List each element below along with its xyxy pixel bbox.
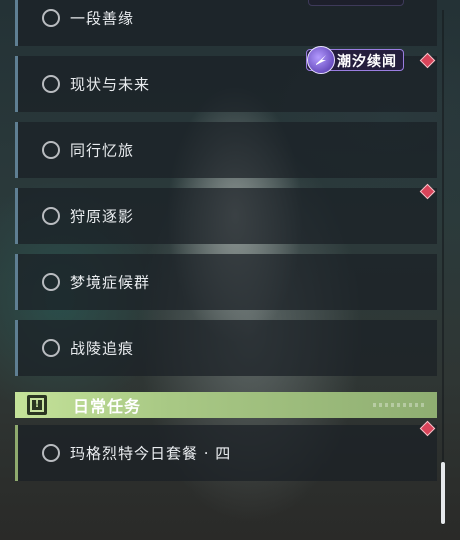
exclamation-glyph: ! [30,398,44,412]
quest-item[interactable]: 同行忆旅 [15,122,437,178]
quest-status-circle-icon [42,9,60,27]
quest-label: 玛格烈特今日套餐 · 四 [70,444,232,463]
header-decoration [373,403,425,407]
quest-status-circle-icon [42,339,60,357]
scrollbar-track[interactable] [442,10,444,525]
quest-status-circle-icon [42,207,60,225]
quest-status-circle-icon [42,75,60,93]
quest-label: 战陵追痕 [70,339,135,358]
tide-event-icon [307,46,335,74]
quest-item[interactable]: 狩原逐影 [15,188,437,244]
exclamation-icon: ! [27,395,47,415]
quest-label: 一段善缘 [70,9,135,28]
daily-quest-section-header[interactable]: ! 日常任务 [15,392,437,418]
scrollbar-thumb[interactable] [441,462,445,524]
quest-label: 现状与未来 [70,75,151,94]
quest-label: 梦境症候群 [70,273,151,292]
quest-status-circle-icon [42,444,60,462]
quest-status-circle-icon [42,141,60,159]
quest-label: 同行忆旅 [70,141,135,160]
event-badge-label: 潮汐续闻 [337,54,397,70]
quest-item[interactable]: 一段善缘 [15,0,437,46]
quest-item[interactable]: 战陵追痕 [15,320,437,376]
section-title: 日常任务 [73,397,142,416]
quest-item[interactable]: 梦境症候群 [15,254,437,310]
daily-quest-item[interactable]: 玛格烈特今日套餐 · 四 [15,425,437,481]
event-badge[interactable]: 潮汐续闻 [306,46,404,74]
quest-status-circle-icon [42,273,60,291]
quest-label: 狩原逐影 [70,207,135,226]
